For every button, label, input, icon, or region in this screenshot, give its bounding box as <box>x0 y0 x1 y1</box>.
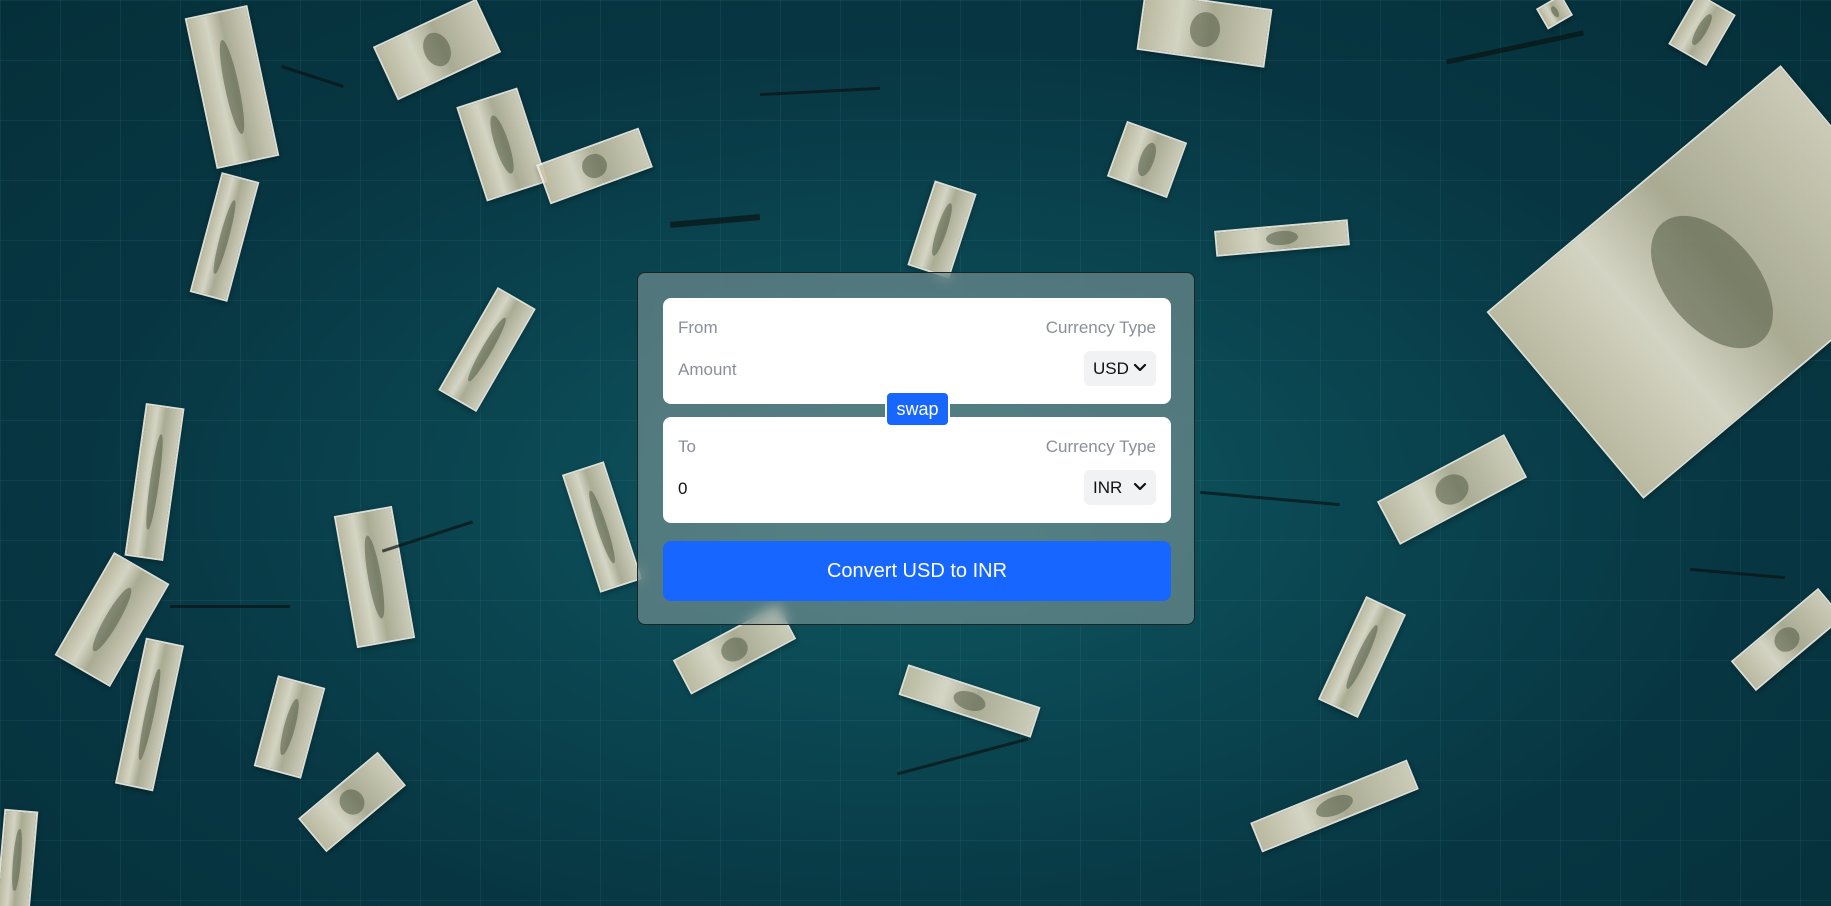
currency-converter-card: From Currency Type USD To Currency Type … <box>637 272 1195 625</box>
from-currency-value: USD <box>1093 358 1129 378</box>
shadow-streak <box>669 214 761 228</box>
money-bill-image <box>1535 0 1574 30</box>
from-amount-input[interactable] <box>678 356 978 384</box>
money-bill-image <box>1730 587 1831 692</box>
money-bill-image <box>189 172 260 302</box>
shadow-streak <box>1690 567 1785 580</box>
money-bill-image <box>438 286 536 413</box>
to-panel: To Currency Type INR <box>663 417 1171 523</box>
money-bill-image <box>898 664 1041 738</box>
from-label: From <box>678 318 718 337</box>
to-currency-type-label: Currency Type <box>1045 437 1156 456</box>
swap-button[interactable]: swap <box>885 391 950 427</box>
from-panel: From Currency Type USD <box>663 298 1171 404</box>
money-bill-image <box>1317 596 1407 718</box>
to-amount-output[interactable] <box>678 475 978 503</box>
from-currency-select[interactable]: USD <box>1084 351 1156 386</box>
money-bill-image <box>1136 0 1273 68</box>
money-bill-image <box>184 5 280 169</box>
money-bill-image <box>124 403 185 561</box>
money-bill-image <box>1486 65 1831 499</box>
money-bill-image <box>907 180 977 279</box>
money-bill-image <box>114 637 185 792</box>
money-bill-image <box>456 87 548 202</box>
shadow-streak <box>170 605 290 608</box>
shadow-streak <box>1446 30 1584 65</box>
convert-button[interactable]: Convert USD to INR <box>663 541 1171 601</box>
money-bill-image <box>536 127 653 205</box>
from-currency-type-label: Currency Type <box>1045 318 1156 337</box>
money-bill-image <box>298 751 406 853</box>
money-bill-image <box>1214 219 1350 257</box>
shadow-streak <box>281 65 344 88</box>
to-currency-value: INR <box>1093 477 1123 497</box>
money-bill-image <box>561 461 643 593</box>
shadow-streak <box>1200 490 1340 507</box>
money-bill-image <box>333 505 416 649</box>
money-bill-image <box>372 0 502 101</box>
chevron-down-icon <box>1133 482 1147 491</box>
money-bill-image <box>253 675 326 779</box>
to-currency-select[interactable]: INR <box>1084 470 1156 505</box>
money-bill-image <box>1106 120 1188 199</box>
money-bill-image <box>1376 434 1528 545</box>
chevron-down-icon <box>1133 363 1147 372</box>
money-bill-image <box>0 808 39 906</box>
shadow-streak <box>760 86 880 97</box>
money-bill-image <box>1250 759 1419 853</box>
money-bill-image <box>1668 0 1736 67</box>
to-label: To <box>678 437 696 456</box>
shadow-streak <box>896 737 1029 776</box>
